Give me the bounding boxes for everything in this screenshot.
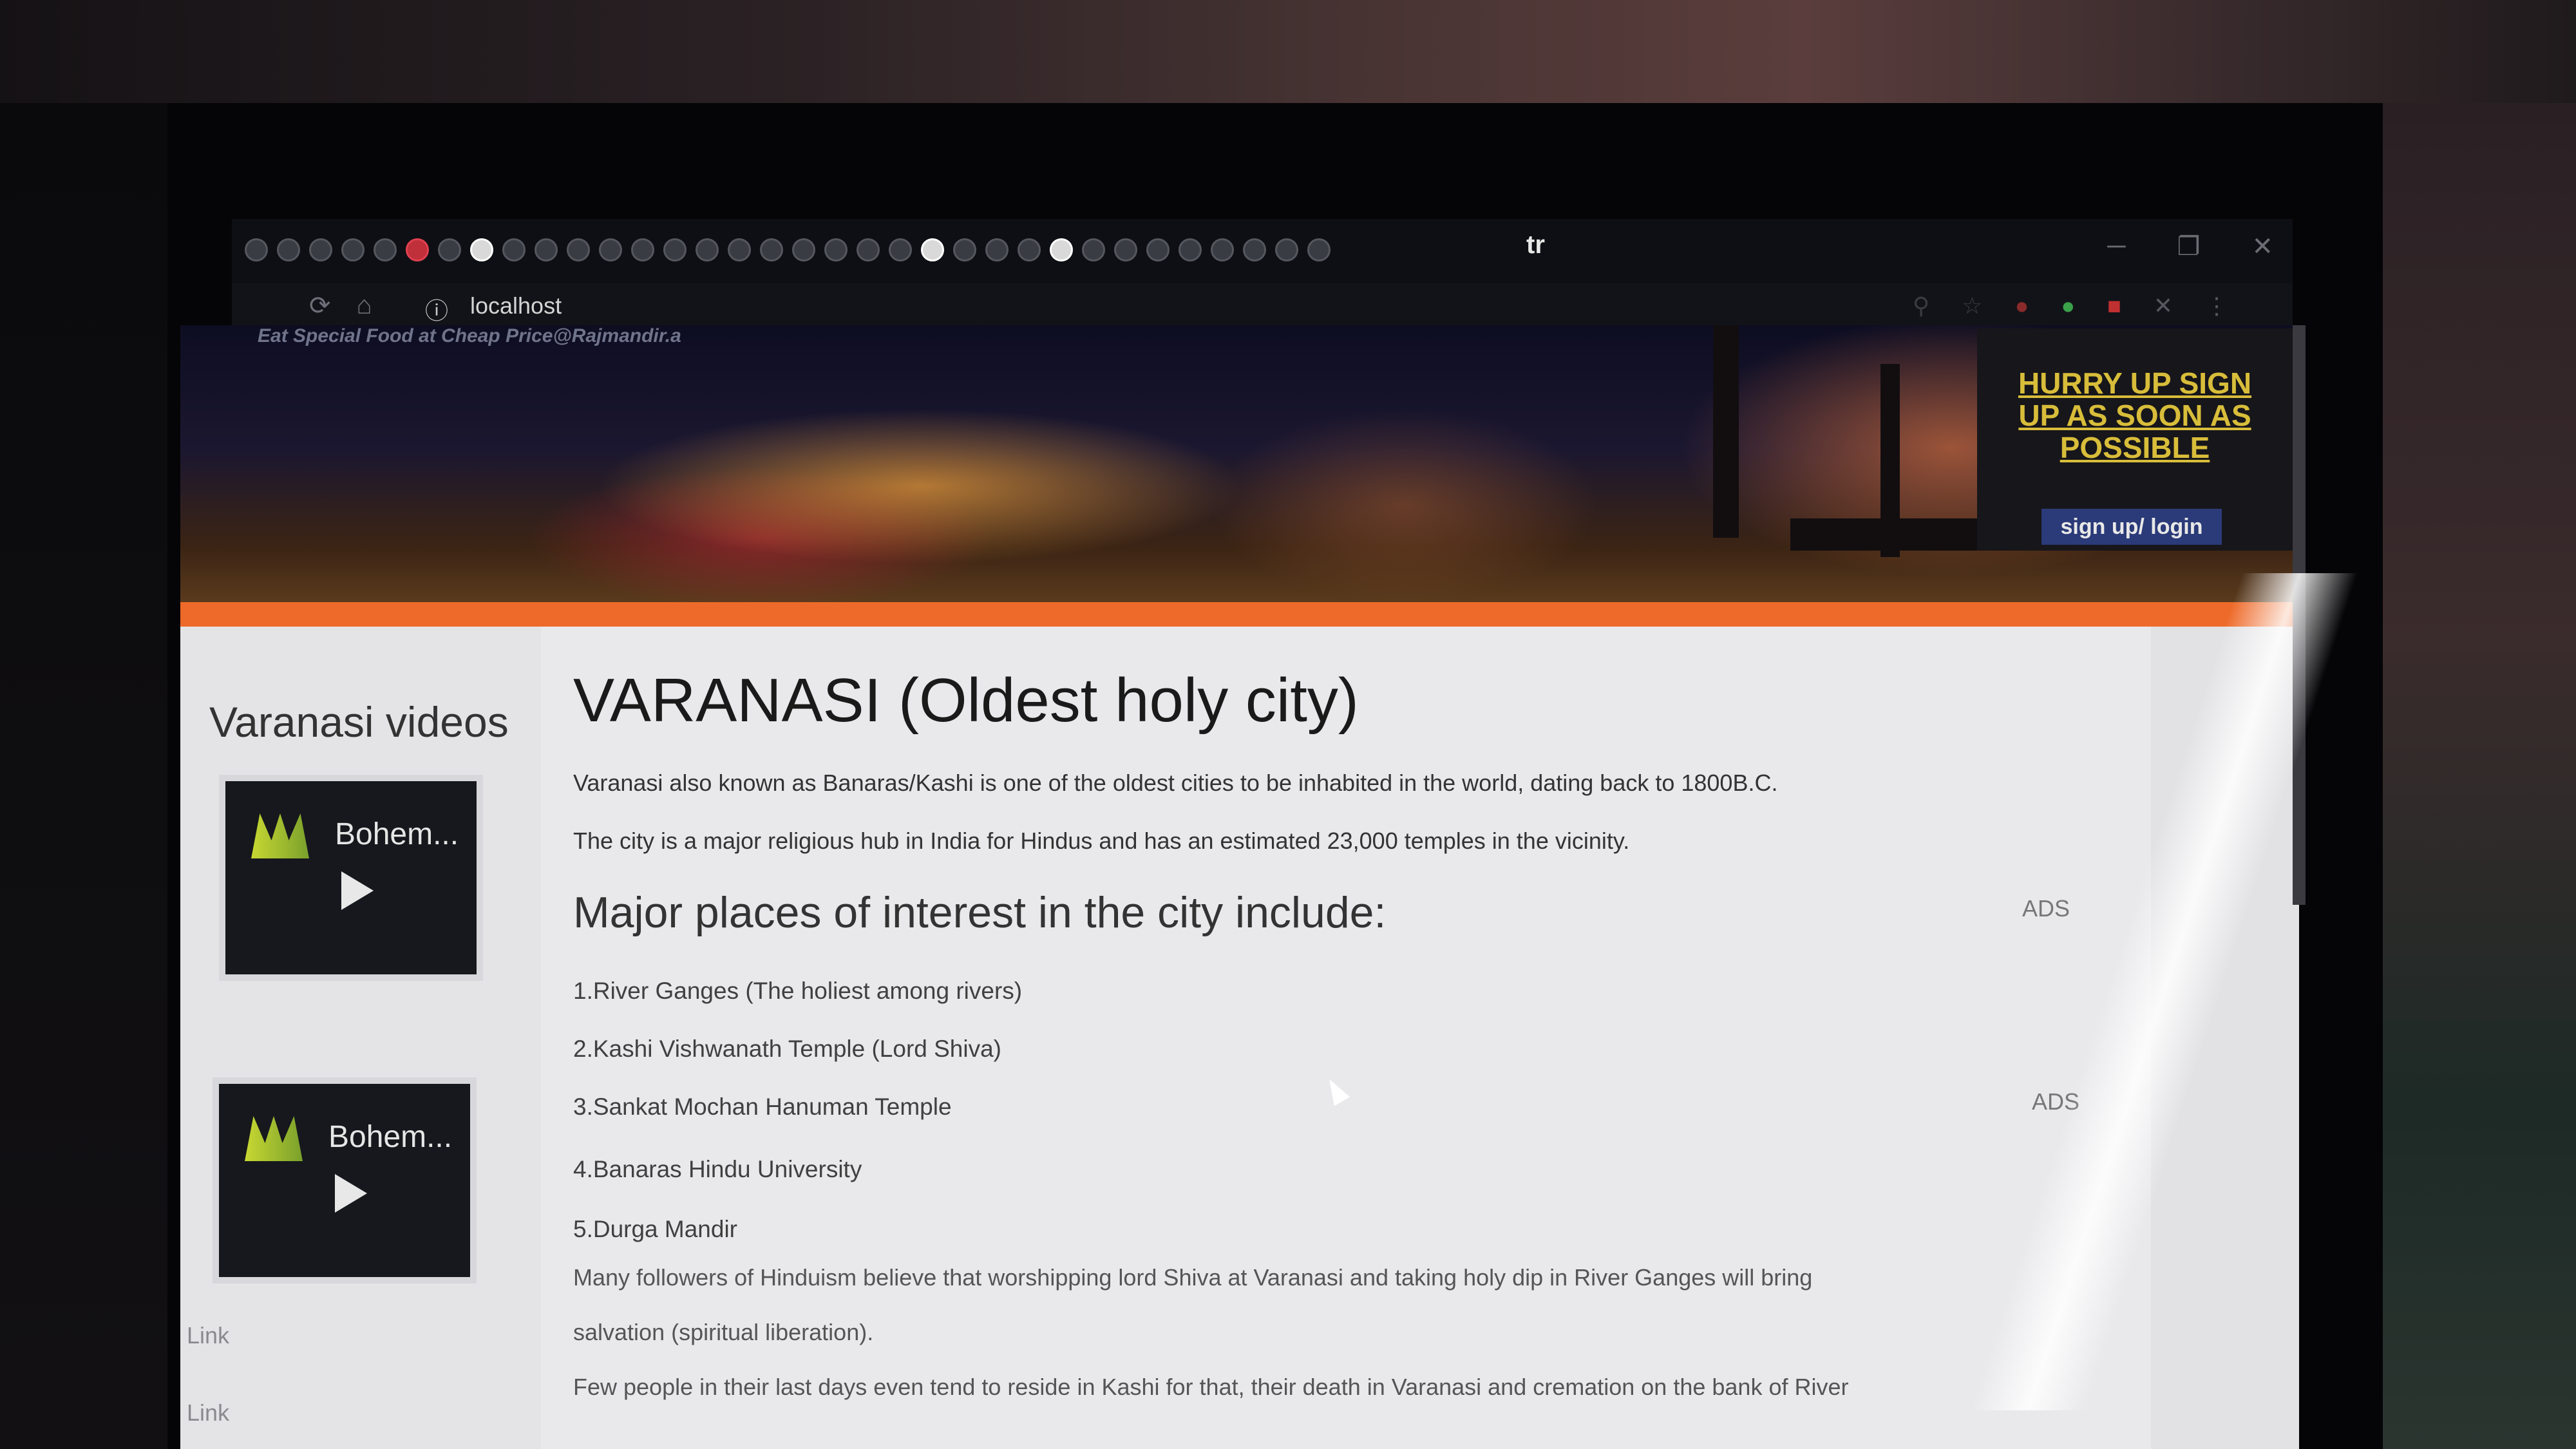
tab-icon[interactable]	[889, 238, 912, 261]
sidebar-link[interactable]: Link	[187, 1399, 229, 1426]
tab-icon[interactable]	[921, 238, 944, 261]
tab-icon[interactable]	[277, 238, 300, 261]
tab-icon[interactable]	[792, 238, 815, 261]
left-sidebar: Varanasi videos Bohem... Bohem... Link L…	[180, 627, 541, 1449]
background-room	[0, 0, 2576, 103]
tab-icon[interactable]	[567, 238, 590, 261]
url-text[interactable]: localhost	[470, 292, 562, 319]
tab-favicons	[245, 238, 1331, 261]
tab-icon[interactable]	[1211, 238, 1234, 261]
minimize-icon[interactable]: ─	[2107, 232, 2125, 261]
extension-icon[interactable]: ■	[2107, 292, 2121, 319]
tab-icon[interactable]	[631, 238, 654, 261]
main-content: VARANASI (Oldest holy city) Varanasi als…	[567, 627, 2145, 1449]
window-controls: ─ ❐ ✕	[2107, 232, 2273, 261]
play-icon[interactable]	[341, 871, 374, 910]
background-room-left	[0, 103, 167, 1449]
extension-icon[interactable]: ●	[2015, 292, 2029, 319]
tab-icon[interactable]	[696, 238, 719, 261]
body-paragraph: Few people in their last days even tend …	[573, 1374, 1849, 1400]
close-icon[interactable]: ✕	[2251, 232, 2273, 261]
extension-icons: ⚲ ☆ ● ● ■ ✕ ⋮	[1913, 292, 2228, 319]
tab-icon[interactable]	[857, 238, 880, 261]
tab-icon[interactable]	[1082, 238, 1105, 261]
tab-icon[interactable]	[824, 238, 848, 261]
tab-icon[interactable]	[309, 238, 332, 261]
tab-icon[interactable]	[728, 238, 751, 261]
ad-text[interactable]: HURRY UP SIGN UP AS SOON AS POSSIBLE	[2016, 367, 2254, 464]
place-item: 4.Banaras Hindu University	[573, 1156, 862, 1182]
place-item: 5.Durga Mandir	[573, 1216, 738, 1242]
site-info-icon[interactable]: ⓘ	[425, 292, 448, 326]
place-item: 2.Kashi Vishwanath Temple (Lord Shiva)	[573, 1036, 1002, 1062]
tab-icon[interactable]	[1146, 238, 1170, 261]
tab-icon[interactable]	[1050, 238, 1073, 261]
channel-logo-icon	[251, 813, 309, 858]
tab-icon[interactable]	[1275, 238, 1298, 261]
tab-icon[interactable]	[985, 238, 1009, 261]
page-title: VARANASI (Oldest holy city)	[573, 666, 1359, 735]
tab-icon[interactable]	[1018, 238, 1041, 261]
extension-icon[interactable]: ●	[2061, 292, 2075, 319]
browser-tab-bar: tr ─ ❐ ✕	[232, 219, 2293, 283]
tab-icon[interactable]	[374, 238, 397, 261]
play-icon[interactable]	[335, 1174, 367, 1213]
tab-icon[interactable]	[535, 238, 558, 261]
home-icon[interactable]: ⌂	[357, 291, 372, 321]
tab-icon[interactable]	[953, 238, 976, 261]
tab-icon[interactable]	[341, 238, 365, 261]
ads-label: ADS	[2022, 895, 2070, 922]
tab-icon[interactable]	[760, 238, 783, 261]
accent-strip	[180, 602, 2299, 627]
search-icon[interactable]: ⚲	[1913, 292, 1929, 319]
sidebar-link[interactable]: Link	[187, 1322, 229, 1349]
tab-icon[interactable]	[406, 238, 429, 261]
mouse-cursor-icon	[1321, 1074, 1350, 1106]
place-item: 3.Sankat Mochan Hanuman Temple	[573, 1094, 952, 1120]
reload-icon[interactable]: ⟳	[309, 291, 331, 321]
intro-paragraph: The city is a major religious hub in Ind…	[573, 828, 1630, 854]
star-icon[interactable]: ☆	[1962, 292, 1982, 319]
extension-icon[interactable]: ✕	[2154, 292, 2173, 319]
tab-title[interactable]: tr	[1526, 231, 1545, 260]
hero-decoration	[1713, 325, 1739, 538]
hero-caption: Eat Special Food at Cheap Price@Rajmandi…	[258, 325, 681, 346]
tab-icon[interactable]	[1307, 238, 1331, 261]
section-heading: Major places of interest in the city inc…	[573, 888, 1387, 937]
tab-icon[interactable]	[502, 238, 526, 261]
intro-paragraph: Varanasi also known as Banaras/Kashi is …	[573, 770, 1778, 796]
channel-logo-icon	[245, 1116, 303, 1161]
video-thumbnail[interactable]: Bohem...	[219, 775, 483, 981]
place-item: 1.River Ganges (The holiest among rivers…	[573, 978, 1023, 1004]
tab-icon[interactable]	[470, 238, 493, 261]
menu-icon[interactable]: ⋮	[2205, 292, 2228, 319]
sidebar-title: Varanasi videos	[209, 698, 509, 746]
nav-buttons: ⟳ ⌂	[309, 291, 372, 321]
tab-icon[interactable]	[1114, 238, 1137, 261]
tab-icon[interactable]	[245, 238, 268, 261]
tab-icon[interactable]	[1179, 238, 1202, 261]
video-thumbnail[interactable]: Bohem...	[213, 1077, 477, 1283]
video-title: Bohem...	[328, 1120, 453, 1154]
body-paragraph: salvation (spiritual liberation).	[573, 1319, 874, 1345]
body-paragraph: Many followers of Hinduism believe that …	[573, 1264, 1813, 1291]
maximize-icon[interactable]: ❐	[2177, 232, 2201, 261]
tab-icon[interactable]	[1243, 238, 1266, 261]
tab-icon[interactable]	[599, 238, 622, 261]
tab-icon[interactable]	[438, 238, 461, 261]
sign-up-login-button[interactable]: sign up/ login	[2041, 509, 2222, 545]
video-title: Bohem...	[335, 817, 459, 851]
tab-icon[interactable]	[663, 238, 687, 261]
ad-banner[interactable]: HURRY UP SIGN UP AS SOON AS POSSIBLE sig…	[1977, 328, 2293, 551]
background-room-right	[2383, 103, 2576, 1449]
